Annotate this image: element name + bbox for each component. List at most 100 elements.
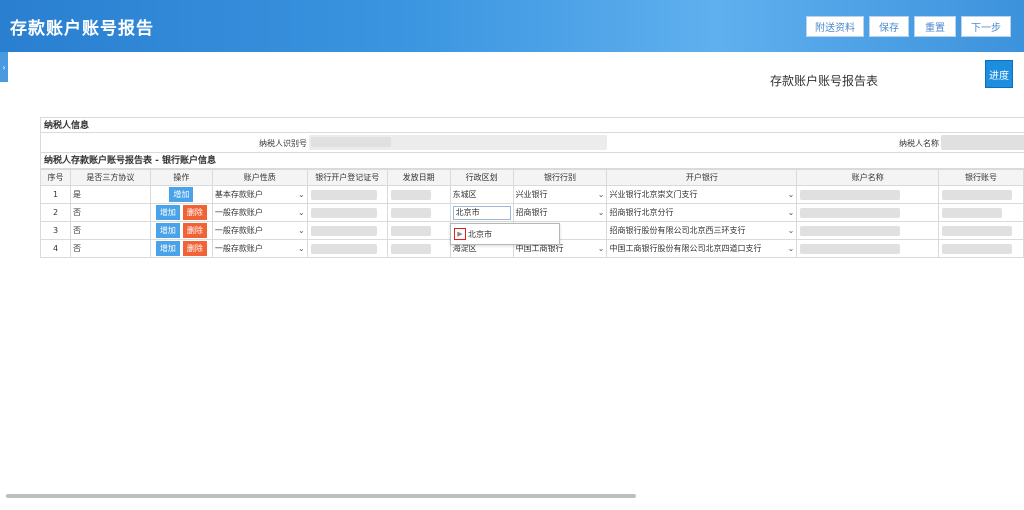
select-value: 招商银行股份有限公司北京西三环支行 (609, 226, 746, 235)
page-title: 存款账户账号报告 (10, 19, 154, 39)
column-header: 银行行别 (512, 169, 608, 186)
account-number-cell[interactable] (938, 221, 1024, 240)
account-name-cell[interactable] (796, 221, 940, 240)
account-nature-select[interactable]: 一般存款账户 ⌄ (211, 239, 308, 258)
column-header: 发放日期 (386, 169, 451, 186)
operation-cell: 增加 (149, 185, 213, 204)
account-name-cell[interactable] (796, 185, 940, 204)
redacted-value (390, 226, 431, 236)
account-nature-select[interactable]: 一般存款账户 ⌄ (211, 203, 308, 222)
reset-button[interactable]: 重置 (914, 16, 956, 37)
tripartite-cell[interactable]: 是 (69, 185, 151, 204)
delete-row-button[interactable]: 删除 (182, 223, 207, 238)
registration-no-cell[interactable] (306, 203, 388, 222)
account-nature-select[interactable]: 基本存款账户 ⌄ (211, 185, 308, 204)
bank-type-select[interactable]: 兴业银行 ⌄ (512, 185, 608, 204)
chevron-down-icon: ⌄ (298, 244, 305, 253)
next-button[interactable]: 下一步 (961, 16, 1011, 37)
chevron-down-icon: ⌄ (597, 190, 605, 199)
issue-date-cell[interactable] (386, 221, 451, 240)
chevron-down-icon: ⌄ (787, 190, 795, 199)
district-cell[interactable]: 北京市 (449, 203, 514, 222)
attach-button[interactable]: 附送资料 (806, 16, 864, 37)
taxpayer-name-field[interactable] (941, 135, 1024, 150)
redacted-value (800, 226, 901, 236)
chevron-down-icon: ⌄ (787, 226, 795, 235)
chevron-down-icon: ⌄ (298, 208, 305, 217)
chevron-down-icon: ⌄ (298, 190, 305, 199)
operation-cell: 增加 删除 (149, 239, 213, 258)
horizontal-scrollbar[interactable] (6, 494, 636, 498)
district-input[interactable]: 北京市 (452, 205, 511, 220)
report-title: 存款账户账号报告表 (770, 74, 879, 88)
redacted-value (942, 190, 1013, 200)
select-value: 基本存款账户 (214, 190, 263, 199)
add-row-button[interactable]: 增加 (155, 205, 180, 220)
column-header: 序号 (40, 169, 71, 186)
account-nature-select[interactable]: 一般存款账户 ⌄ (211, 221, 308, 240)
branch-select[interactable]: 招商银行北京分行 ⌄ (606, 203, 798, 222)
account-number-cell[interactable] (938, 185, 1024, 204)
account-name-cell[interactable] (796, 239, 940, 258)
branch-select[interactable]: 招商银行股份有限公司北京西三环支行 ⌄ (606, 221, 798, 240)
redacted-value (390, 190, 431, 200)
redacted-value (390, 244, 431, 254)
dropdown-option[interactable]: 北京市 (468, 229, 492, 240)
redacted-value (942, 244, 1013, 254)
issue-date-cell[interactable] (386, 185, 451, 204)
chevron-down-icon: ⌄ (787, 244, 795, 253)
select-value: 兴业银行北京崇文门支行 (609, 190, 698, 199)
expand-arrow-icon[interactable]: ▶ (454, 228, 466, 240)
tripartite-cell[interactable]: 否 (69, 221, 151, 240)
redacted-value (310, 190, 377, 200)
chevron-down-icon: ⌄ (597, 208, 605, 217)
column-header: 是否三方协议 (69, 169, 151, 186)
column-header: 银行开户登记证号 (306, 169, 388, 186)
district-cell[interactable]: 东城区 (449, 185, 514, 204)
operation-cell: 增加 删除 (149, 203, 213, 222)
redacted-value (942, 208, 1003, 218)
select-value: 一般存款账户 (214, 226, 263, 235)
registration-no-cell[interactable] (306, 239, 388, 258)
branch-select[interactable]: 兴业银行北京崇文门支行 ⌄ (606, 185, 798, 204)
delete-row-button[interactable]: 删除 (182, 241, 207, 256)
taxpayer-id-label: 纳税人识别号 (259, 139, 307, 148)
save-button[interactable]: 保存 (869, 16, 909, 37)
select-value: 招商银行北京分行 (609, 208, 674, 217)
add-row-button[interactable]: 增加 (155, 223, 180, 238)
registration-no-cell[interactable] (306, 185, 388, 204)
row-number: 1 (40, 185, 71, 204)
redacted-value (800, 208, 901, 218)
column-header: 操作 (149, 169, 213, 186)
branch-select[interactable]: 中国工商银行股份有限公司北京四道口支行 ⌄ (606, 239, 798, 258)
column-header: 账户性质 (211, 169, 308, 186)
chevron-down-icon: ⌄ (597, 244, 605, 253)
issue-date-cell[interactable] (386, 203, 451, 222)
chevron-down-icon: ⌄ (787, 208, 795, 217)
operation-cell: 增加 删除 (149, 221, 213, 240)
sidebar-toggle-icon[interactable]: › (0, 52, 8, 82)
column-header: 行政区划 (449, 169, 514, 186)
taxpayer-row: 纳税人识别号 纳税人名称 (40, 133, 1024, 153)
row-number: 4 (40, 239, 71, 258)
progress-button[interactable]: 进度 (985, 60, 1013, 88)
app-header: 存款账户账号报告 附送资料 保存 重置 下一步 (0, 0, 1024, 52)
column-header: 银行账号 (938, 169, 1024, 186)
tripartite-cell[interactable]: 否 (69, 203, 151, 222)
add-row-button[interactable]: 增加 (169, 187, 194, 202)
column-header: 账户名称 (796, 169, 940, 186)
issue-date-cell[interactable] (386, 239, 451, 258)
redacted-value (800, 244, 901, 254)
account-number-cell[interactable] (938, 203, 1024, 222)
account-number-cell[interactable] (938, 239, 1024, 258)
delete-row-button[interactable]: 删除 (182, 205, 207, 220)
add-row-button[interactable]: 增加 (155, 241, 180, 256)
bank-type-select[interactable]: 招商银行 ⌄ (512, 203, 608, 222)
registration-no-cell[interactable] (306, 221, 388, 240)
tripartite-cell[interactable]: 否 (69, 239, 151, 258)
column-header: 开户银行 (606, 169, 798, 186)
taxpayer-section-label: 纳税人信息 (40, 117, 1024, 133)
redacted-value (390, 208, 431, 218)
account-name-cell[interactable] (796, 203, 940, 222)
table-row: 1 是 增加 基本存款账户 ⌄ 东城区 兴业银行 ⌄ 兴业银行北京崇文门支行 ⌄ (40, 185, 1024, 204)
